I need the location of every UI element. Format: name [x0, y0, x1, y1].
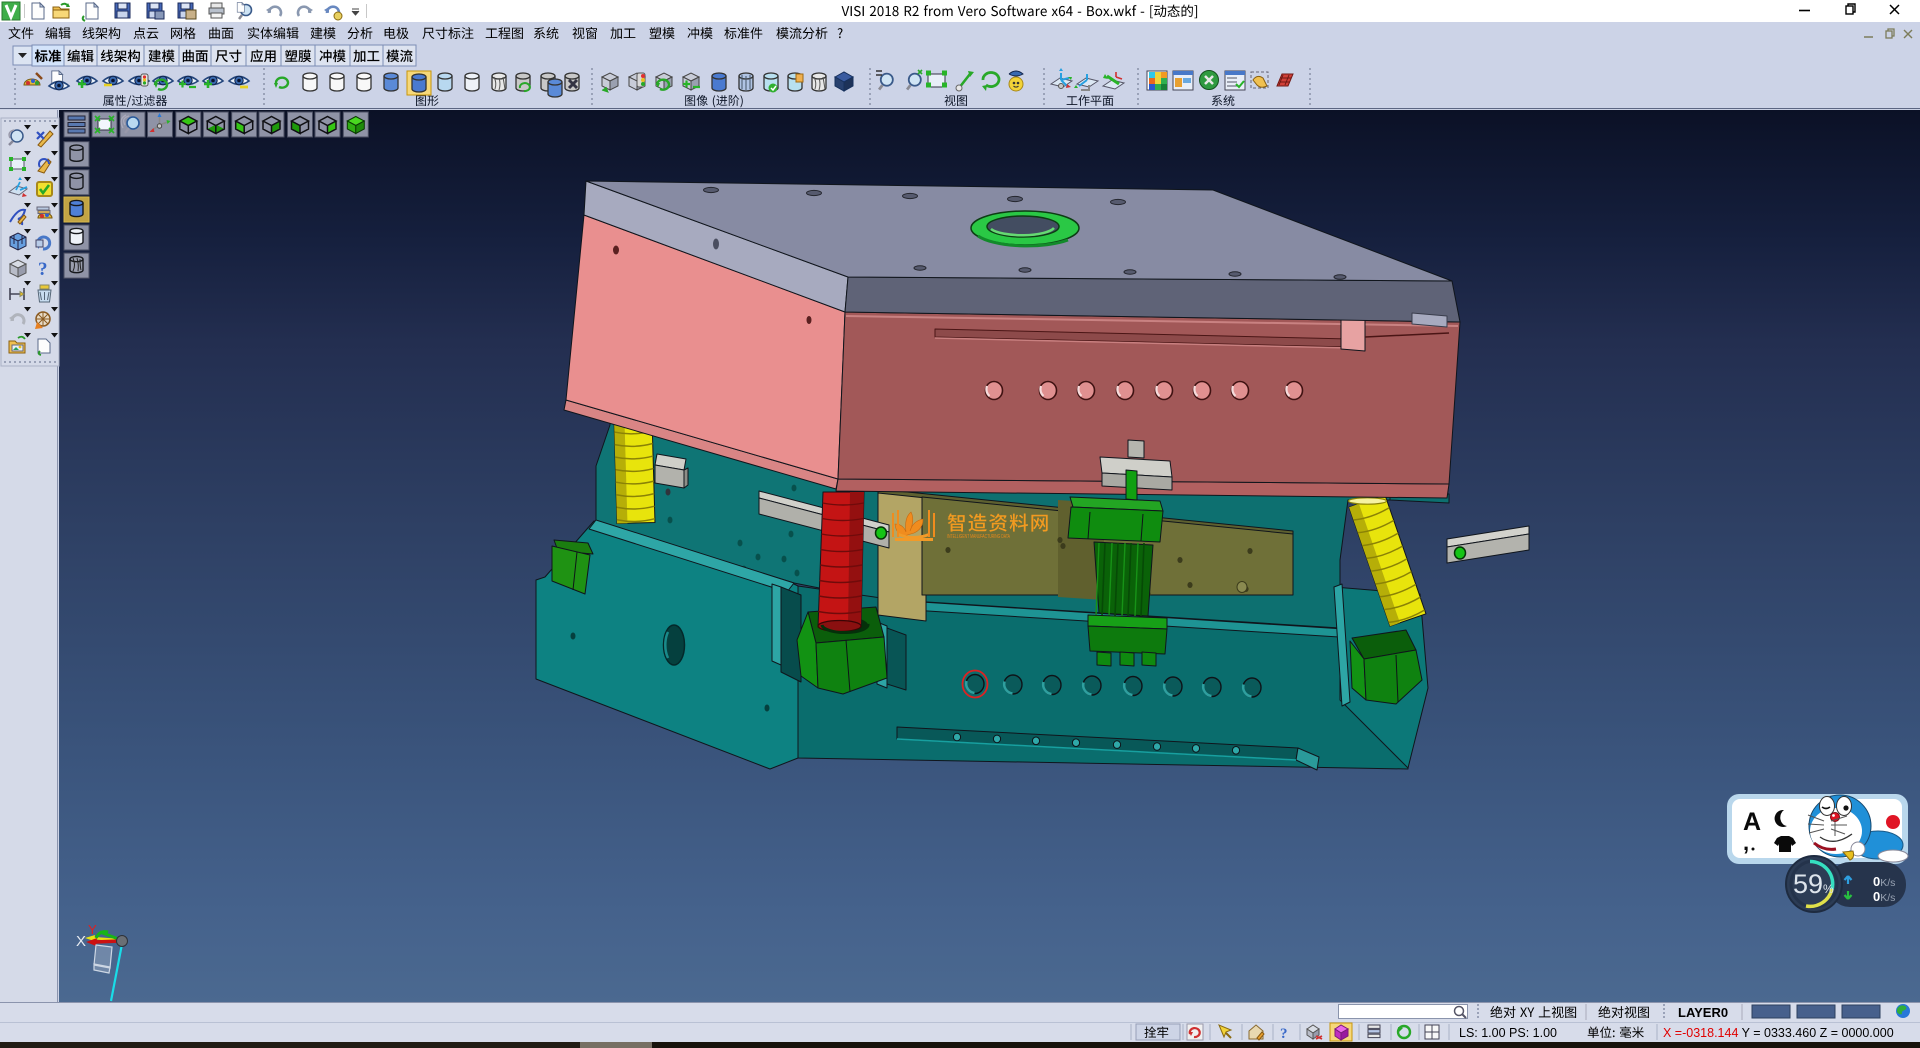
svg-text:X: X	[76, 933, 86, 950]
svg-text:,: ,	[1743, 830, 1749, 855]
svg-text:Y: Y	[88, 922, 97, 937]
svg-text:INTELLIGENT MANUFACTURING DATA: INTELLIGENT MANUFACTURING DATA	[947, 534, 1010, 540]
svg-text:?: ?	[38, 259, 48, 280]
svg-text:?: ?	[1280, 1026, 1288, 1042]
